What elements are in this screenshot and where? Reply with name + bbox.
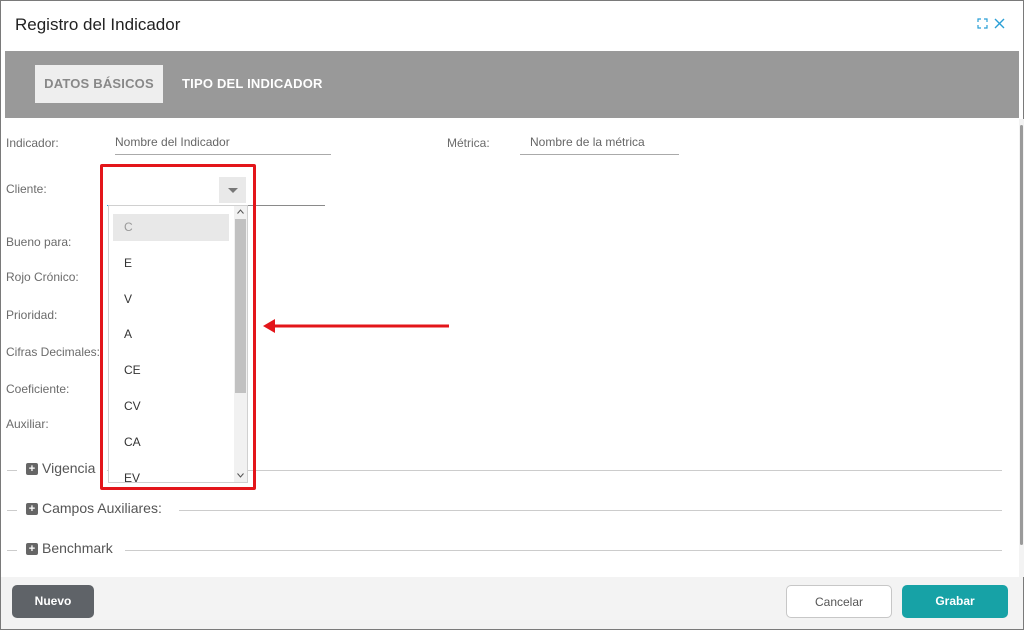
- rojo-cronico-label: Rojo Crónico:: [6, 270, 79, 284]
- modal-title: Registro del Indicador: [15, 15, 181, 34]
- close-icon[interactable]: [994, 17, 1005, 31]
- annotation-arrow-icon: [263, 319, 449, 333]
- expand-icon[interactable]: [977, 17, 988, 31]
- cliente-label: Cliente:: [6, 182, 47, 196]
- section-benchmark-label: Benchmark: [42, 540, 119, 556]
- coeficiente-label: Coeficiente:: [6, 382, 70, 396]
- save-button[interactable]: Grabar: [902, 585, 1008, 618]
- form-scrollbar-thumb[interactable]: [1020, 125, 1023, 545]
- nuevo-button[interactable]: Nuevo: [12, 585, 94, 618]
- expand-plus-icon[interactable]: +: [26, 503, 38, 515]
- expand-plus-icon[interactable]: +: [26, 543, 38, 555]
- section-benchmark[interactable]: + Benchmark: [7, 540, 1003, 560]
- bueno-para-label: Bueno para:: [6, 235, 72, 249]
- form-scrollbar[interactable]: [1019, 119, 1024, 577]
- tab-datos-basicos[interactable]: DATOS BÁSICOS: [35, 65, 163, 103]
- tab-tipo-del-indicador[interactable]: TIPO DEL INDICADOR: [182, 65, 323, 103]
- metrica-label: Métrica:: [447, 136, 490, 150]
- tab-bar: DATOS BÁSICOS TIPO DEL INDICADOR: [5, 51, 1019, 118]
- section-line: [7, 510, 17, 511]
- section-vigencia-label: Vigencia: [42, 460, 102, 476]
- section-line: [125, 550, 1002, 551]
- modal-header: Registro del Indicador: [1, 1, 1023, 51]
- indicador-label: Indicador:: [6, 136, 59, 150]
- section-line: [7, 470, 17, 471]
- auxiliar-label: Auxiliar:: [6, 417, 49, 431]
- cifras-decimales-label: Cifras Decimales:: [6, 345, 101, 359]
- prioridad-label: Prioridad:: [6, 308, 58, 322]
- annotation-highlight-box: [100, 164, 256, 490]
- section-campos-auxiliares-label: Campos Auxiliares:: [42, 500, 168, 516]
- section-line: [7, 550, 17, 551]
- header-icons: [977, 17, 1005, 31]
- indicator-modal: Registro del Indicador DATOS BÁSICOS TIP…: [0, 0, 1024, 630]
- expand-plus-icon[interactable]: +: [26, 463, 38, 475]
- cancel-button[interactable]: Cancelar: [786, 585, 892, 618]
- modal-footer: Nuevo Cancelar Grabar: [1, 577, 1023, 629]
- section-campos-auxiliares[interactable]: + Campos Auxiliares:: [7, 500, 1003, 520]
- metrica-input[interactable]: Nombre de la métrica: [520, 129, 679, 155]
- section-line: [179, 510, 1002, 511]
- indicador-input[interactable]: Nombre del Indicador: [115, 129, 331, 155]
